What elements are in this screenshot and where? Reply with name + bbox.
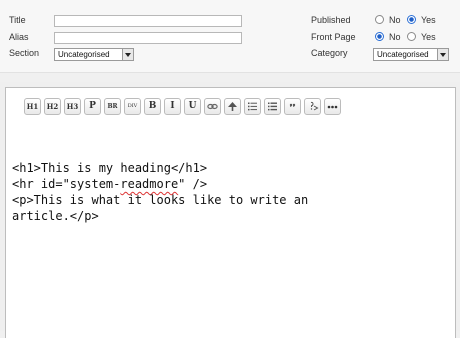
br-button[interactable]: BR — [104, 98, 121, 115]
paragraph-button[interactable]: P — [84, 98, 101, 115]
category-select[interactable]: Uncategorised — [373, 48, 449, 61]
published-yes-label: Yes — [421, 15, 436, 25]
frontpage-no-label: No — [389, 32, 401, 42]
section-select-value: Uncategorised — [58, 50, 110, 59]
tree-button[interactable] — [224, 98, 241, 115]
editor-content[interactable]: <h1>This is my heading</h1> <hr id="syst… — [12, 160, 308, 224]
italic-button[interactable]: I — [164, 98, 181, 115]
h3-button[interactable]: H3 — [64, 98, 81, 115]
code-line: <p>This is what it looks like to write a… — [12, 193, 309, 207]
published-no-label: No — [389, 15, 401, 25]
unordered-list-button[interactable] — [244, 98, 261, 115]
code-editor[interactable]: H1 H2 H3 P BR DIV B I U <h1>This is my h… — [5, 87, 456, 338]
tree-icon — [228, 102, 237, 111]
category-label: Category — [311, 48, 348, 58]
published-yes-radio[interactable] — [407, 15, 416, 24]
editor-area: H1 H2 H3 P BR DIV B I U <h1>This is my h… — [0, 82, 460, 338]
frontpage-yes-radio[interactable] — [407, 32, 416, 41]
frontpage-yes-label: Yes — [421, 32, 436, 42]
link-button[interactable] — [204, 98, 221, 115]
chevron-down-icon — [122, 49, 133, 60]
quote-icon — [289, 103, 296, 107]
quote-button[interactable] — [284, 98, 301, 115]
numbered-list-icon — [268, 102, 277, 111]
php-button[interactable] — [304, 98, 321, 115]
code-line: article.</p> — [12, 209, 99, 223]
bold-button[interactable]: B — [144, 98, 161, 115]
php-icon — [310, 101, 319, 111]
ellipsis-icon — [327, 105, 338, 109]
more-button[interactable] — [324, 98, 341, 115]
chevron-down-icon — [437, 49, 448, 60]
section-label: Section — [9, 48, 40, 58]
code-line: <h1>This is my heading</h1> — [12, 161, 208, 175]
div-button[interactable]: DIV — [124, 98, 141, 115]
code-line: <hr id="system-readmore" /> — [12, 177, 208, 191]
section-select[interactable]: Uncategorised — [54, 48, 134, 61]
h1-button[interactable]: H1 — [24, 98, 41, 115]
frontpage-no-radio[interactable] — [375, 32, 384, 41]
published-no-radio[interactable] — [375, 15, 384, 24]
list-icon — [248, 102, 257, 111]
ordered-list-button[interactable] — [264, 98, 281, 115]
h2-button[interactable]: H2 — [44, 98, 61, 115]
link-icon — [207, 103, 218, 110]
underline-button[interactable]: U — [184, 98, 201, 115]
category-select-value: Uncategorised — [377, 50, 429, 59]
article-details-panel: Title Alias Section Uncategorised Publis… — [0, 0, 460, 73]
